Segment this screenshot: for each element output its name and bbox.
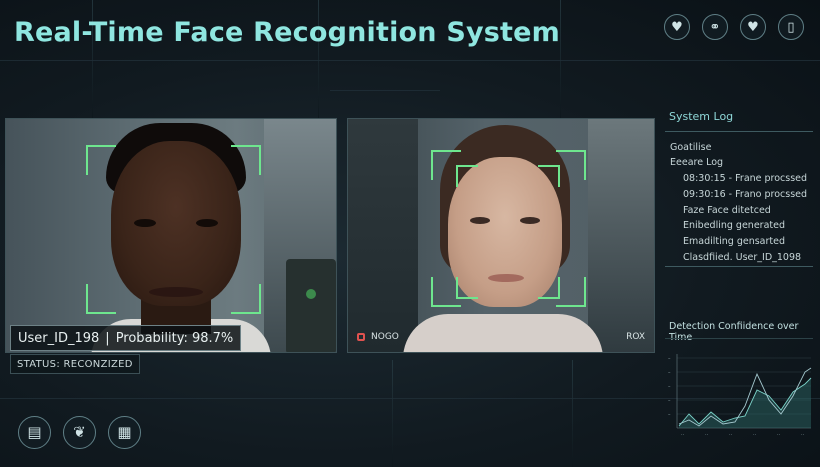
frame-corner xyxy=(231,145,261,175)
y-tick: – xyxy=(668,412,671,418)
divider xyxy=(665,131,813,132)
frame-corner xyxy=(556,277,586,307)
eye xyxy=(520,217,540,224)
frame-corner xyxy=(86,284,116,314)
log-line: Emadilting gensarted xyxy=(683,236,785,247)
y-tick-labels: – – – – – xyxy=(668,356,671,418)
x-tick-labels: ·· ·· ·· ·· ·· ·· xyxy=(681,432,805,438)
face xyxy=(111,141,241,306)
y-tick: – xyxy=(668,384,671,390)
x-tick: ·· xyxy=(801,432,805,438)
recording-label: NOGO xyxy=(371,332,399,342)
frame-corner xyxy=(231,284,261,314)
divider xyxy=(665,266,813,267)
identity-label: User_ID_198 | Probability: 98.7% xyxy=(10,325,242,351)
frame-corner xyxy=(538,277,560,299)
background-line xyxy=(392,360,393,467)
heart-icon[interactable]: ♥ xyxy=(740,14,766,40)
background-line xyxy=(560,0,561,118)
calculator-icon[interactable]: ▦ xyxy=(108,416,141,449)
log-line: Clasdfiied. User_ID_1098 xyxy=(683,252,802,263)
mobile-icon[interactable]: ▯ xyxy=(778,14,804,40)
camera-feed-2[interactable] xyxy=(347,118,655,353)
frame-corner xyxy=(556,150,586,180)
x-tick: ·· xyxy=(681,432,685,438)
bottom-toolbar: ▤ ❦ ▦ xyxy=(18,416,141,449)
x-tick: ·· xyxy=(729,432,733,438)
eye xyxy=(470,217,490,224)
y-tick: – xyxy=(668,356,671,362)
confidence-chart: – – – – – ·· ·· ·· ·· ·· ·· xyxy=(668,354,812,438)
frame-corner xyxy=(456,165,478,187)
heart-icon[interactable]: ♥ xyxy=(664,14,690,40)
camera-corner-label: ROX xyxy=(626,332,645,342)
camera-feed-1[interactable] xyxy=(5,118,337,353)
background-light xyxy=(306,289,316,299)
status-badge: STATUS: RECONZIZED xyxy=(10,354,140,374)
x-tick: ·· xyxy=(705,432,709,438)
system-log-title: System Log xyxy=(669,110,734,123)
bookmark-icon[interactable]: ▤ xyxy=(18,416,51,449)
background-line xyxy=(0,60,820,61)
frame-corner xyxy=(456,277,478,299)
log-line: Enibedling generated xyxy=(683,220,785,231)
record-icon xyxy=(357,333,365,341)
log-line: 09:30:16 - Frano procssed xyxy=(683,189,808,200)
x-tick: ·· xyxy=(777,432,781,438)
share-icon[interactable]: ⚭ xyxy=(702,14,728,40)
mouth xyxy=(488,274,524,282)
top-toolbar: ♥ ⚭ ♥ ▯ xyxy=(664,14,804,40)
y-tick: – xyxy=(668,370,671,376)
background-line xyxy=(572,360,573,467)
background-shelf xyxy=(588,119,654,352)
frame-corner xyxy=(538,165,560,187)
log-line: Eeeare Log xyxy=(670,157,724,168)
background-equipment xyxy=(286,259,336,352)
y-tick: – xyxy=(668,398,671,404)
divider xyxy=(665,338,813,339)
eye xyxy=(134,219,156,227)
user-id-label: User_ID_198 xyxy=(18,330,100,346)
page-title: Real-Time Face Recognition System xyxy=(14,17,560,48)
separator: | xyxy=(105,330,110,346)
recording-indicator: NOGO xyxy=(357,332,399,342)
x-tick: ·· xyxy=(753,432,757,438)
background-wall xyxy=(348,119,418,352)
background-line xyxy=(330,90,440,91)
frame-corner xyxy=(86,145,116,175)
log-line: 08:30:15 - Frane procssed xyxy=(683,173,808,184)
log-line: Goatilise xyxy=(670,142,712,153)
mouth xyxy=(149,287,203,297)
eye xyxy=(196,219,218,227)
log-line: Faze Face ditetced xyxy=(683,205,771,216)
area-series xyxy=(679,378,811,428)
camera-2-status-bar: NOGO ROX xyxy=(347,325,655,349)
probability-label: Probability: 98.7% xyxy=(115,330,234,346)
chart-title: Detection Confiidence over Time xyxy=(669,321,799,343)
leaf-icon[interactable]: ❦ xyxy=(63,416,96,449)
